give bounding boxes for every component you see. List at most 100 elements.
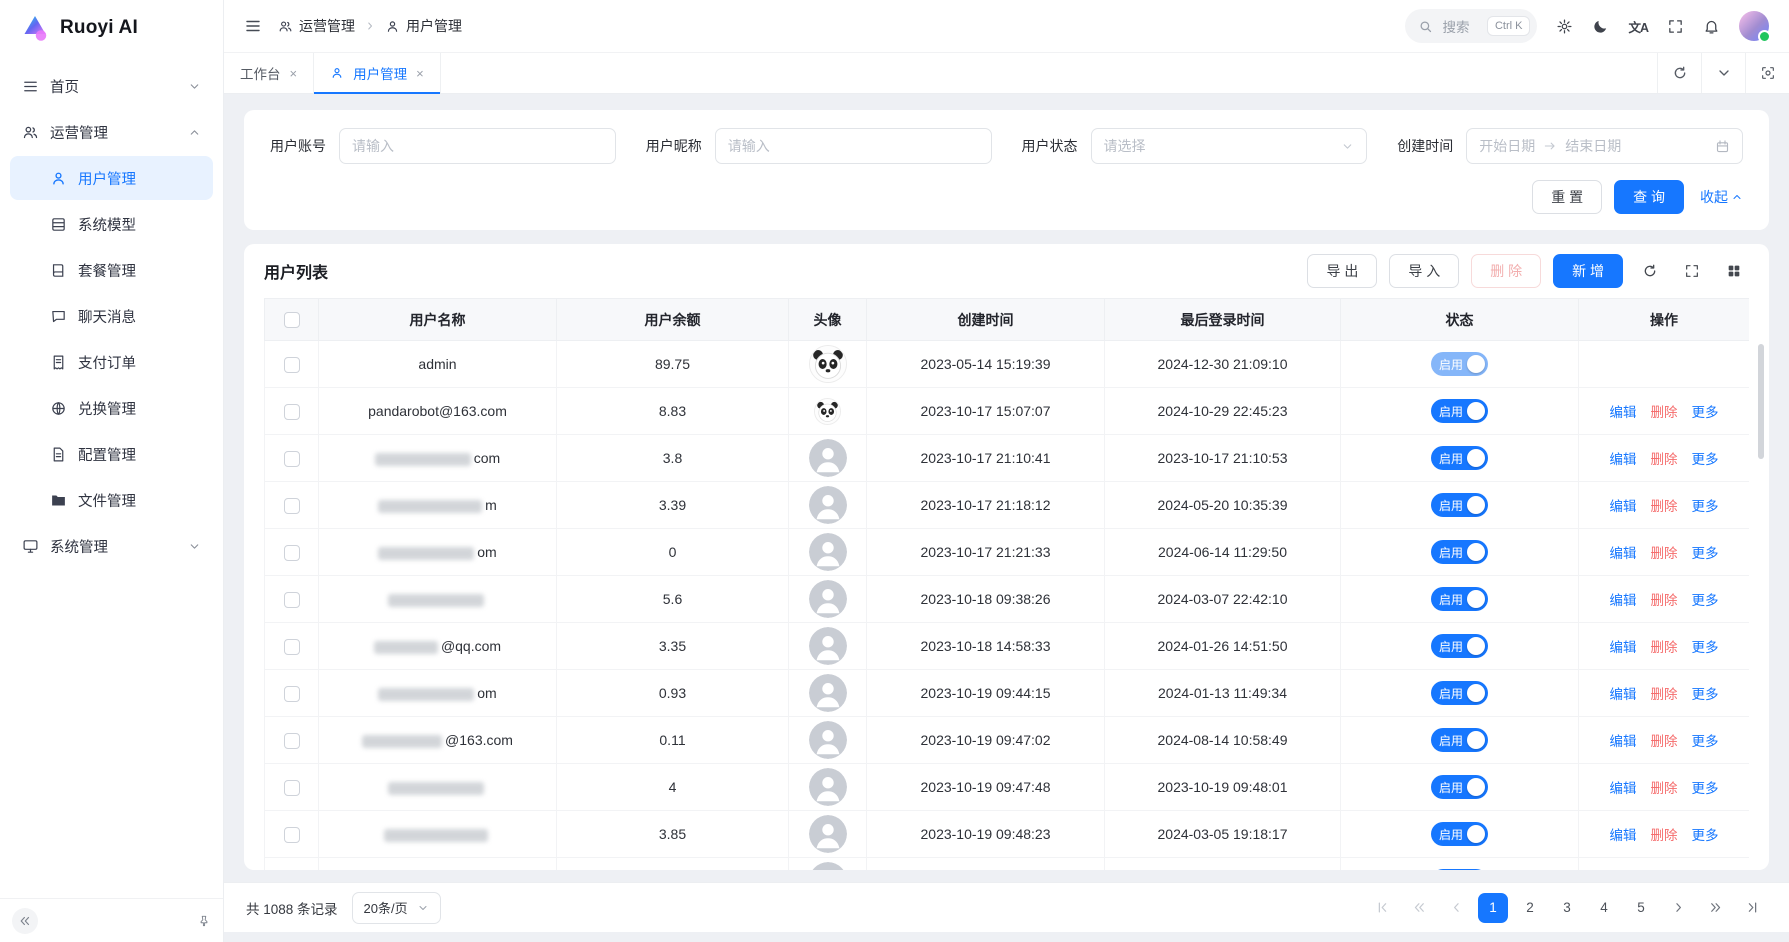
sidebar-item-system-management[interactable]: 系统管理 xyxy=(10,524,213,568)
row-checkbox[interactable] xyxy=(284,451,300,467)
delete-link[interactable]: 删除 xyxy=(1651,546,1678,561)
forward-5-pages-button[interactable] xyxy=(1700,893,1730,923)
focus-view-icon[interactable] xyxy=(1745,53,1789,93)
status-toggle[interactable]: 启用 xyxy=(1431,540,1488,564)
close-icon[interactable]: × xyxy=(290,67,298,80)
more-link[interactable]: 更多 xyxy=(1692,452,1719,467)
page-size-select[interactable]: 20条/页 xyxy=(352,892,441,924)
sidebar-item-chat-messages[interactable]: 聊天消息 xyxy=(10,294,213,338)
nickname-input[interactable] xyxy=(728,138,979,154)
tab-user-management[interactable]: 用户管理 × xyxy=(314,53,441,93)
status-toggle[interactable]: 启用 xyxy=(1431,493,1488,517)
sidebar-item-file-management[interactable]: 文件管理 xyxy=(10,478,213,522)
edit-link[interactable]: 编辑 xyxy=(1610,499,1637,514)
select-all-checkbox[interactable] xyxy=(284,312,300,328)
sidebar-item-exchange-management[interactable]: 兑换管理 xyxy=(10,386,213,430)
more-link[interactable]: 更多 xyxy=(1692,499,1719,514)
edit-link[interactable]: 编辑 xyxy=(1610,546,1637,561)
export-button[interactable]: 导 出 xyxy=(1307,254,1377,288)
row-checkbox[interactable] xyxy=(284,498,300,514)
row-checkbox[interactable] xyxy=(284,686,300,702)
more-link[interactable]: 更多 xyxy=(1692,781,1719,796)
settings-icon[interactable] xyxy=(1556,18,1573,35)
delete-link[interactable]: 删除 xyxy=(1651,828,1678,843)
hamburger-menu-icon[interactable] xyxy=(244,17,262,35)
sidebar-item-user-management[interactable]: 用户管理 xyxy=(10,156,213,200)
query-button[interactable]: 查 询 xyxy=(1614,180,1684,214)
sidebar-item-payment-orders[interactable]: 支付订单 xyxy=(10,340,213,384)
import-button[interactable]: 导 入 xyxy=(1389,254,1459,288)
status-toggle[interactable]: 启用 xyxy=(1431,587,1488,611)
row-checkbox[interactable] xyxy=(284,639,300,655)
close-icon[interactable]: × xyxy=(416,67,424,80)
edit-link[interactable]: 编辑 xyxy=(1610,640,1637,655)
dark-mode-icon[interactable] xyxy=(1592,18,1609,35)
tab-workbench[interactable]: 工作台 × xyxy=(224,53,314,93)
add-button[interactable]: 新 增 xyxy=(1553,254,1623,288)
page-button-3[interactable]: 3 xyxy=(1552,893,1582,923)
fullscreen-icon[interactable] xyxy=(1677,256,1707,286)
row-checkbox[interactable] xyxy=(284,592,300,608)
fullscreen-icon[interactable] xyxy=(1667,18,1684,35)
more-link[interactable]: 更多 xyxy=(1692,828,1719,843)
first-page-button[interactable] xyxy=(1367,893,1397,923)
sidebar-item-operations[interactable]: 运营管理 xyxy=(10,110,213,154)
more-link[interactable]: 更多 xyxy=(1692,734,1719,749)
row-checkbox[interactable] xyxy=(284,733,300,749)
edit-link[interactable]: 编辑 xyxy=(1610,405,1637,420)
refresh-icon[interactable] xyxy=(1657,53,1701,93)
row-checkbox[interactable] xyxy=(284,827,300,843)
edit-link[interactable]: 编辑 xyxy=(1610,781,1637,796)
sidebar-item-package-management[interactable]: 套餐管理 xyxy=(10,248,213,292)
status-toggle[interactable]: 启用 xyxy=(1431,681,1488,705)
notifications-icon[interactable] xyxy=(1703,18,1720,35)
row-checkbox[interactable] xyxy=(284,545,300,561)
page-button-1[interactable]: 1 xyxy=(1478,893,1508,923)
status-toggle[interactable]: 启用 xyxy=(1431,869,1488,870)
status-toggle[interactable]: 启用 xyxy=(1431,446,1488,470)
status-toggle[interactable]: 启用 xyxy=(1431,352,1488,376)
more-link[interactable]: 更多 xyxy=(1692,405,1719,420)
global-search[interactable]: 搜索 Ctrl K xyxy=(1405,9,1537,43)
edit-link[interactable]: 编辑 xyxy=(1610,734,1637,749)
sidebar-item-system-models[interactable]: 系统模型 xyxy=(10,202,213,246)
next-page-button[interactable] xyxy=(1663,893,1693,923)
previous-page-button[interactable] xyxy=(1441,893,1471,923)
row-checkbox[interactable] xyxy=(284,357,300,373)
status-toggle[interactable]: 启用 xyxy=(1431,634,1488,658)
delete-link[interactable]: 删除 xyxy=(1651,593,1678,608)
sidebar-item-config-management[interactable]: 配置管理 xyxy=(10,432,213,476)
edit-link[interactable]: 编辑 xyxy=(1610,593,1637,608)
edit-link[interactable]: 编辑 xyxy=(1610,687,1637,702)
user-avatar[interactable] xyxy=(1739,11,1769,41)
account-input[interactable] xyxy=(352,138,603,154)
pin-icon[interactable] xyxy=(197,914,211,928)
column-settings-icon[interactable] xyxy=(1719,256,1749,286)
page-button-4[interactable]: 4 xyxy=(1589,893,1619,923)
more-link[interactable]: 更多 xyxy=(1692,593,1719,608)
delete-link[interactable]: 删除 xyxy=(1651,452,1678,467)
page-button-5[interactable]: 5 xyxy=(1626,893,1656,923)
status-toggle[interactable]: 启用 xyxy=(1431,728,1488,752)
page-button-2[interactable]: 2 xyxy=(1515,893,1545,923)
status-toggle[interactable]: 启用 xyxy=(1431,399,1488,423)
more-link[interactable]: 更多 xyxy=(1692,546,1719,561)
delete-link[interactable]: 删除 xyxy=(1651,687,1678,702)
chevron-down-icon[interactable] xyxy=(1701,53,1745,93)
status-toggle[interactable]: 启用 xyxy=(1431,822,1488,846)
status-toggle[interactable]: 启用 xyxy=(1431,775,1488,799)
translate-icon[interactable]: 文A xyxy=(1628,17,1648,36)
breadcrumb-operations[interactable]: 运营管理 xyxy=(278,16,355,36)
delete-link[interactable]: 删除 xyxy=(1651,734,1678,749)
delete-link[interactable]: 删除 xyxy=(1651,640,1678,655)
more-link[interactable]: 更多 xyxy=(1692,640,1719,655)
sidebar-item-home[interactable]: 首页 xyxy=(10,64,213,108)
status-select[interactable]: 请选择 xyxy=(1091,128,1368,164)
last-page-button[interactable] xyxy=(1737,893,1767,923)
delete-button[interactable]: 删 除 xyxy=(1471,254,1541,288)
edit-link[interactable]: 编辑 xyxy=(1610,828,1637,843)
delete-link[interactable]: 删除 xyxy=(1651,781,1678,796)
edit-link[interactable]: 编辑 xyxy=(1610,452,1637,467)
app-logo[interactable]: Ruoyi AI xyxy=(0,0,223,56)
table-scrollbar[interactable] xyxy=(1758,344,1764,459)
